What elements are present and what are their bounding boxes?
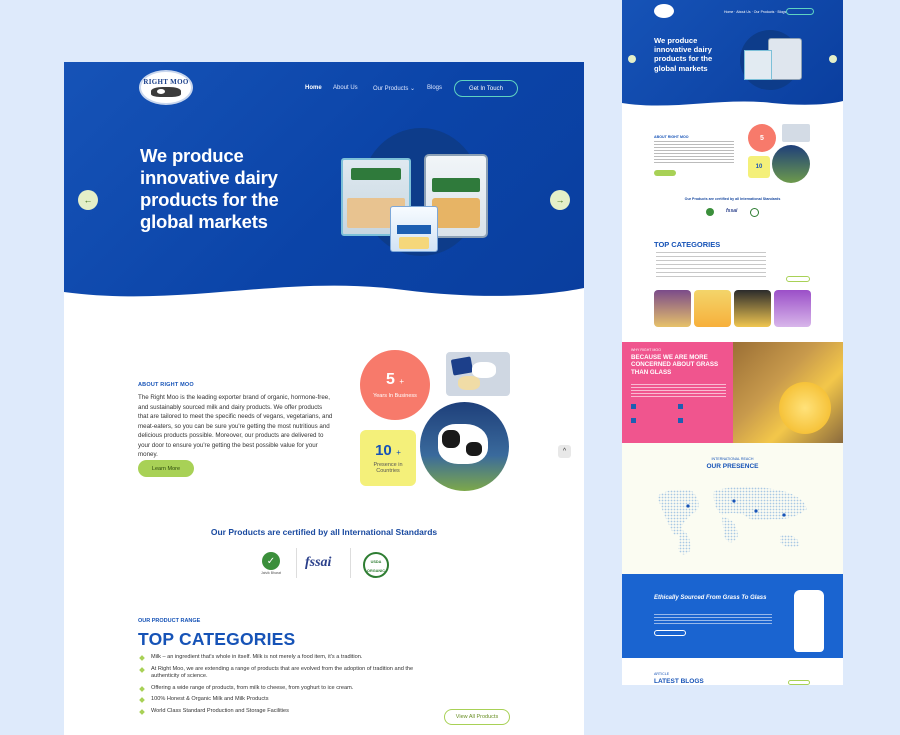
stat-countries: 10 + Presence in Countries (360, 430, 416, 486)
mini-ethic-title: Ethically Sourced From Grass To Glass (654, 595, 767, 601)
chevron-up-icon: ^ (562, 448, 567, 455)
mini-product (744, 50, 772, 80)
jaivik-label: Jaivik Bharat (260, 571, 282, 575)
stat-years-value: 5 (385, 371, 395, 388)
about-text: The Right Moo is the leading exporter br… (138, 394, 333, 458)
categories-label: OUR PRODUCT RANGE (138, 618, 201, 624)
mini-grass-text (631, 384, 726, 398)
categories-bullets: Milk – an ingredient that's whole in its… (140, 654, 420, 719)
get-in-touch-button[interactable]: Get In Touch (454, 80, 518, 97)
mini-grass-label: WHY RIGHT MOO (631, 348, 662, 352)
mini-product (768, 38, 802, 80)
desktop-mockup: RIGHT MOO Home About Us Our Products ⌄ B… (64, 62, 584, 735)
fssai-logo: fssai (305, 555, 332, 570)
stat-years-suffix: + (399, 377, 405, 386)
mini-hero-title: We produce innovative dairy products for… (654, 36, 713, 73)
usda-organic-logo: USDA ORGANIC (363, 552, 389, 578)
divider (350, 548, 351, 578)
mini-about-label: ABOUT RIGHT MOO (654, 135, 689, 139)
mini-honey-image (733, 342, 843, 443)
about-label: ABOUT RIGHT MOO (138, 382, 194, 388)
mini-presence-section: INTERNATIONAL REACH OUR PRESENCE (622, 443, 843, 574)
mini-stat-years: 5 (748, 124, 776, 152)
arrow-left-icon: ← (83, 195, 93, 205)
mini-eggs (782, 124, 810, 142)
categories-title: TOP CATEGORIES (138, 629, 296, 649)
mini-nav[interactable]: Home · About Us · Our Products · Blogs (724, 10, 786, 14)
mini-categories-list (656, 252, 766, 278)
stat-countries-value: 10 (375, 442, 392, 459)
mobile-fullpage-mockup: Home · About Us · Our Products · Blogs W… (622, 0, 843, 685)
mini-view-all[interactable] (786, 276, 810, 282)
list-item: 100% Honest & Organic Milk and Milk Prod… (140, 696, 420, 704)
mini-about-text (654, 141, 734, 165)
nav-about[interactable]: About Us (333, 85, 358, 91)
mini-category-image[interactable] (734, 290, 771, 327)
mini-next[interactable] (829, 55, 837, 63)
brand-logo[interactable]: RIGHT MOO (139, 70, 193, 105)
nav-products-label: Our Products (373, 86, 409, 92)
mini-stat-countries: 10 (748, 156, 770, 178)
learn-more-button[interactable]: Learn More (138, 460, 194, 477)
mini-wave (622, 101, 843, 111)
mini-feature-icon (631, 404, 636, 409)
scroll-top-button[interactable]: ^ (558, 445, 571, 458)
cow-photo (420, 402, 509, 491)
mini-category-image[interactable] (774, 290, 811, 327)
stat-years-label: Years In Business (373, 393, 417, 399)
cow-icon (151, 87, 181, 97)
stat-countries-label: Presence in Countries (373, 462, 403, 474)
mini-usda (750, 208, 759, 217)
list-item: At Right Moo, we are extending a range o… (140, 666, 420, 681)
slider-prev-button[interactable]: ← (78, 190, 98, 210)
slider-next-button[interactable]: → (550, 190, 570, 210)
product-butter-box (390, 206, 438, 252)
mini-view-all-blogs[interactable] (788, 680, 810, 685)
mini-presence-label: INTERNATIONAL REACH (711, 457, 754, 461)
divider (296, 548, 297, 578)
mini-category-image[interactable] (694, 290, 731, 327)
mini-milk-image (794, 590, 824, 652)
mini-prev[interactable] (628, 55, 636, 63)
nav-blogs[interactable]: Blogs (427, 85, 442, 91)
mini-world-map (657, 486, 807, 555)
list-item: World Class Standard Production and Stor… (140, 708, 420, 716)
mini-blogs-title: LATEST BLOGS (654, 678, 704, 685)
check-icon: ✓ (262, 552, 280, 570)
chevron-down-icon: ⌄ (410, 86, 416, 92)
mini-presence-title: OUR PRESENCE (706, 463, 759, 470)
certifications-title: Our Products are certified by all Intern… (210, 527, 438, 537)
eggs-image (446, 352, 510, 396)
mini-ethic-button[interactable] (654, 630, 686, 636)
mini-feature-icon (678, 418, 683, 423)
mini-cta[interactable] (786, 8, 814, 15)
nav-products[interactable]: Our Products ⌄ (373, 85, 415, 92)
mini-blogs-label: ARTICLE (654, 672, 670, 676)
mini-grass-title: BECAUSE WE ARE MORE CONCERNED ABOUT GRAS… (631, 354, 719, 376)
mini-feature-icon (631, 418, 636, 423)
mini-cert-logo (706, 208, 714, 216)
stat-years: 5 + Years In Business (360, 350, 430, 420)
list-item: Milk – an ingredient that's whole in its… (140, 654, 420, 662)
jaivik-bharat-logo: ✓ Jaivik Bharat (260, 552, 282, 578)
mini-grass-section: WHY RIGHT MOO BECAUSE WE ARE MORE CONCER… (622, 342, 733, 443)
mini-fssai: fssai (726, 208, 738, 214)
hero-wave (64, 285, 584, 308)
mini-cow (772, 145, 810, 183)
list-item: Offering a wide range of products, from … (140, 685, 420, 693)
mini-cert-title: Our Products are certified by all Intern… (684, 197, 781, 201)
mini-learn-more[interactable] (654, 170, 676, 176)
logo-text: RIGHT MOO (143, 78, 189, 86)
hero-title: We produce innovative dairy products for… (140, 145, 279, 232)
arrow-right-icon: → (555, 195, 565, 205)
mini-categories-title: TOP CATEGORIES (654, 240, 721, 249)
mini-logo[interactable] (654, 4, 674, 18)
mini-category-image[interactable] (654, 290, 691, 327)
mini-ethic-text (654, 614, 772, 624)
nav-home[interactable]: Home (305, 85, 322, 91)
stat-countries-suffix: + (396, 448, 401, 457)
view-all-products-button[interactable]: View All Products (444, 709, 510, 725)
mini-feature-icon (678, 404, 683, 409)
